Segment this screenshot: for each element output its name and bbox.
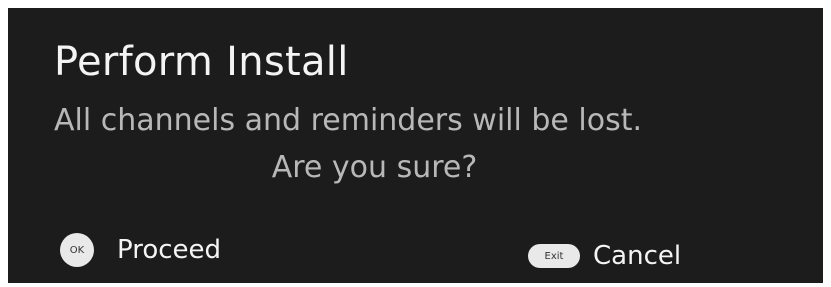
confirm-question: Are you sure? — [271, 150, 478, 185]
dialog-title: Perform Install — [54, 39, 349, 85]
exit-key-icon: Exit — [528, 244, 580, 268]
cancel-label: Cancel — [593, 241, 682, 271]
dialog-message: All channels and reminders will be lost. — [54, 103, 643, 138]
install-confirm-dialog: Perform Install All channels and reminde… — [8, 8, 823, 283]
proceed-button[interactable]: OK Proceed — [60, 233, 221, 267]
cancel-button[interactable]: Exit Cancel — [528, 239, 681, 273]
ok-key-icon: OK — [60, 233, 94, 267]
proceed-label: Proceed — [117, 235, 222, 265]
